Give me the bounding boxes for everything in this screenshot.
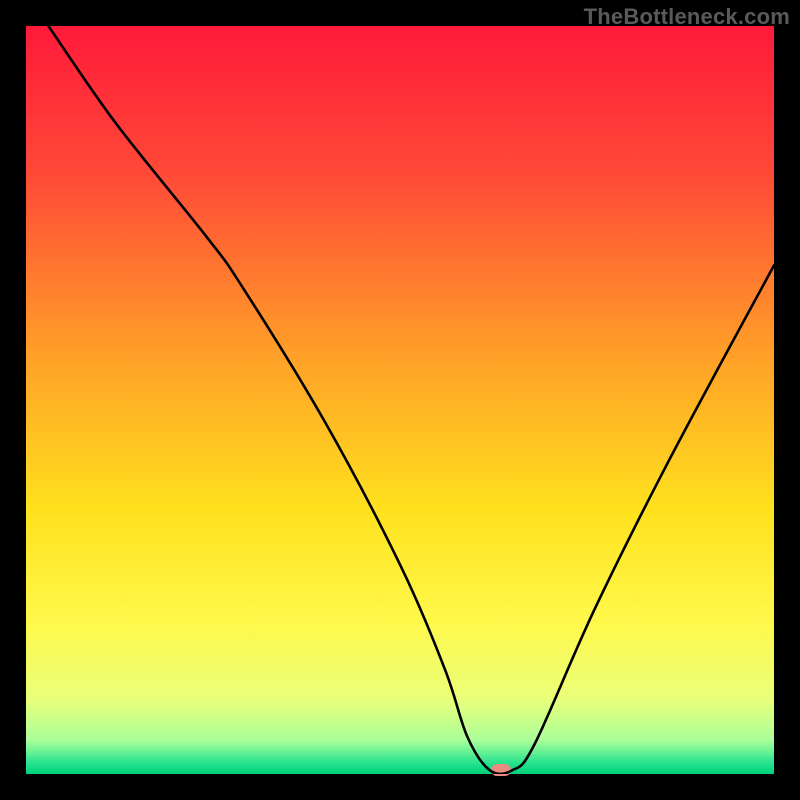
bottleneck-curve <box>26 26 774 774</box>
chart-container: TheBottleneck.com <box>0 0 800 800</box>
watermark-text: TheBottleneck.com <box>584 4 790 30</box>
plot-area <box>26 26 774 774</box>
